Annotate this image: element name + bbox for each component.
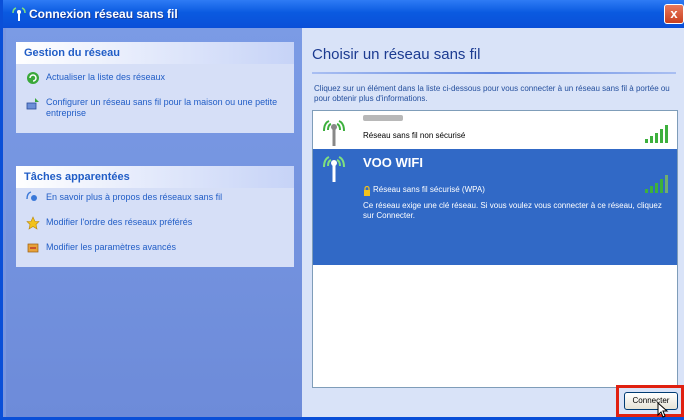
page-heading: Choisir un réseau sans fil	[312, 46, 481, 63]
wireless-antenna-icon	[323, 156, 345, 182]
info-icon	[26, 191, 37, 201]
refresh-network-list-link[interactable]: Actualiser la liste des réseaux	[24, 72, 286, 84]
network-list-item-selected[interactable]: VOO WIFI Réseau sans fil sécurisé (WPA) …	[313, 149, 677, 265]
settings-icon	[27, 243, 39, 253]
network-list-item[interactable]: Réseau sans fil non sécurisé	[313, 111, 677, 149]
setup-wireless-network-label: Configurer un réseau sans fil pour la ma…	[46, 97, 278, 118]
lock-icon	[364, 186, 370, 196]
related-tasks-title[interactable]: Tâches apparentées	[16, 166, 294, 188]
window-title: Connexion réseau sans fil	[29, 7, 178, 21]
setup-wireless-network-link[interactable]: Configurer un réseau sans fil pour la ma…	[24, 97, 286, 119]
title-bar[interactable]: Connexion réseau sans fil x	[3, 0, 684, 28]
network-name: VOO WIFI	[363, 155, 423, 170]
network-security-status: Réseau sans fil non sécurisé	[363, 131, 466, 140]
refresh-icon	[27, 72, 39, 84]
wireless-antenna-icon	[323, 120, 345, 146]
signal-strength-icon	[645, 175, 669, 193]
advanced-settings-link[interactable]: Modifier les paramètres avancés	[24, 242, 286, 253]
network-name-redacted	[363, 115, 403, 121]
wireless-connection-window: Connexion réseau sans fil x Gestion du r…	[0, 0, 684, 420]
refresh-network-list-label: Actualiser la liste des réseaux	[46, 72, 166, 82]
related-tasks-panel: Tâches apparentées En savoir plus à prop…	[16, 166, 294, 267]
instructions-text: Cliquez sur un élément dans la liste ci-…	[314, 84, 670, 103]
mouse-cursor-icon	[657, 402, 669, 418]
learn-about-wireless-label: En savoir plus à propos des réseaux sans…	[46, 192, 223, 202]
network-list[interactable]: Réseau sans fil non sécurisé VOO WIFI Ré…	[312, 110, 678, 388]
network-description: Ce réseau exige une clé réseau. Si vous …	[363, 201, 662, 220]
connect-button[interactable]: Connecter	[624, 392, 678, 410]
heading-divider	[312, 72, 676, 74]
change-preferred-order-link[interactable]: Modifier l'ordre des réseaux préférés	[24, 216, 286, 230]
close-icon: x	[670, 6, 678, 21]
network-setup-icon	[26, 98, 39, 110]
task-pane: Gestion du réseau Actualiser la liste de…	[6, 28, 302, 417]
network-tasks-panel: Gestion du réseau Actualiser la liste de…	[16, 42, 294, 133]
close-button[interactable]: x	[664, 4, 684, 24]
advanced-settings-label: Modifier les paramètres avancés	[46, 242, 177, 252]
main-content: Choisir un réseau sans fil Cliquez sur u…	[302, 28, 684, 418]
signal-strength-icon	[645, 125, 669, 143]
change-preferred-order-label: Modifier l'ordre des réseaux préférés	[46, 217, 193, 227]
network-security-status: Réseau sans fil sécurisé (WPA)	[373, 185, 485, 194]
star-icon	[26, 216, 40, 230]
wireless-network-icon	[12, 7, 26, 21]
learn-about-wireless-link[interactable]: En savoir plus à propos des réseaux sans…	[24, 191, 286, 203]
network-tasks-title[interactable]: Gestion du réseau	[16, 42, 294, 64]
